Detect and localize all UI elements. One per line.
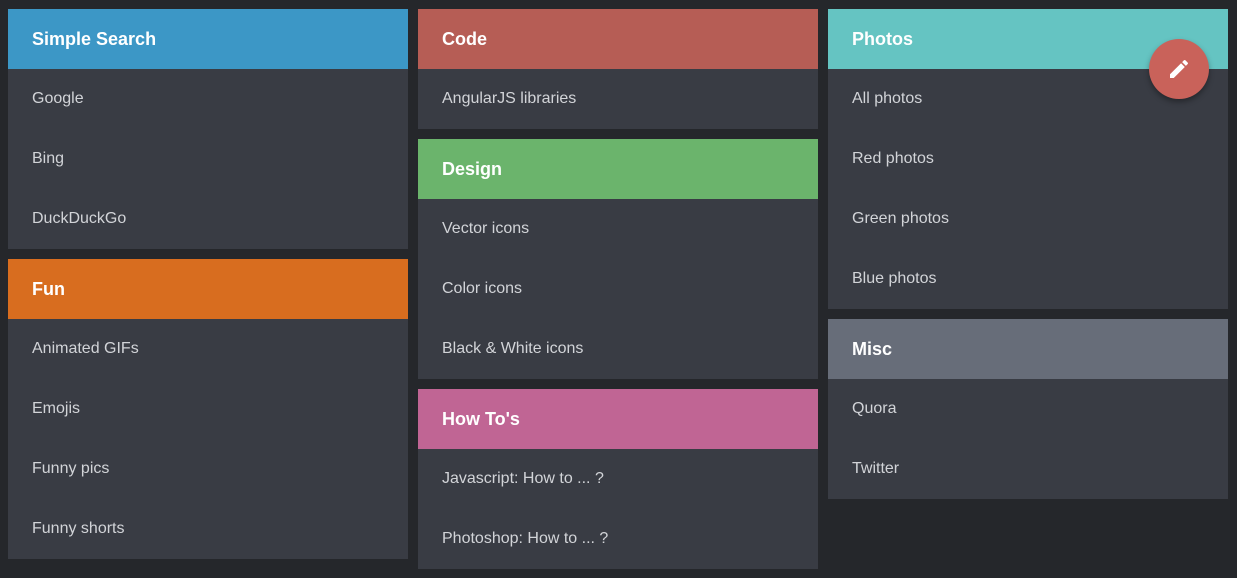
card-code: Code AngularJS libraries <box>418 9 818 129</box>
card-misc: Misc Quora Twitter <box>828 319 1228 499</box>
list-item-animated-gifs[interactable]: Animated GIFs <box>8 319 408 379</box>
link[interactable]: Green photos <box>852 210 949 228</box>
link[interactable]: All photos <box>852 90 922 108</box>
card-how-tos: How To's Javascript: How to ... ? Photos… <box>418 389 818 569</box>
list-item-twitter[interactable]: Twitter <box>828 439 1228 499</box>
list-item-funny-shorts[interactable]: Funny shorts <box>8 499 408 559</box>
card-title: Simple Search <box>32 28 157 49</box>
card-title: Fun <box>32 278 65 299</box>
column-2: Code AngularJS libraries Design Vector i… <box>418 9 818 569</box>
link[interactable]: Bing <box>32 150 64 168</box>
link[interactable]: DuckDuckGo <box>32 210 126 228</box>
card-title: Photos <box>852 28 913 49</box>
link[interactable]: Photoshop: How to ... ? <box>442 530 608 548</box>
list-item-angularjs-libraries[interactable]: AngularJS libraries <box>418 69 818 129</box>
list-item-duckduckgo[interactable]: DuckDuckGo <box>8 189 408 249</box>
list-item-funny-pics[interactable]: Funny pics <box>8 439 408 499</box>
bookmark-board: Simple Search Google Bing DuckDuckGo Fun… <box>0 0 1237 578</box>
card-item-list: Animated GIFs Emojis Funny pics Funny sh… <box>8 319 408 559</box>
list-item-bing[interactable]: Bing <box>8 129 408 189</box>
card-item-list: Google Bing DuckDuckGo <box>8 69 408 249</box>
card-title: Code <box>442 28 487 49</box>
card-header[interactable]: Code <box>418 9 818 69</box>
link[interactable]: Javascript: How to ... ? <box>442 470 604 488</box>
edit-fab-button[interactable] <box>1149 39 1209 99</box>
list-item-javascript-how-to[interactable]: Javascript: How to ... ? <box>418 449 818 509</box>
link[interactable]: Animated GIFs <box>32 340 139 358</box>
list-item-quora[interactable]: Quora <box>828 379 1228 439</box>
link[interactable]: AngularJS libraries <box>442 90 576 108</box>
list-item-color-icons[interactable]: Color icons <box>418 259 818 319</box>
list-item-emojis[interactable]: Emojis <box>8 379 408 439</box>
link[interactable]: Emojis <box>32 400 80 418</box>
card-header[interactable]: Design <box>418 139 818 199</box>
card-item-list: All photos Red photos Green photos Blue … <box>828 69 1228 309</box>
list-item-red-photos[interactable]: Red photos <box>828 129 1228 189</box>
list-item-blue-photos[interactable]: Blue photos <box>828 249 1228 309</box>
list-item-black-white-icons[interactable]: Black & White icons <box>418 319 818 379</box>
list-item-green-photos[interactable]: Green photos <box>828 189 1228 249</box>
link[interactable]: Blue photos <box>852 270 937 288</box>
list-item-photoshop-how-to[interactable]: Photoshop: How to ... ? <box>418 509 818 569</box>
link[interactable]: Funny pics <box>32 460 109 478</box>
card-header[interactable]: Simple Search <box>8 9 408 69</box>
card-header[interactable]: Misc <box>828 319 1228 379</box>
card-title: How To's <box>442 408 520 429</box>
link[interactable]: Google <box>32 90 84 108</box>
link[interactable]: Twitter <box>852 460 899 478</box>
link[interactable]: Funny shorts <box>32 520 124 538</box>
card-simple-search: Simple Search Google Bing DuckDuckGo <box>8 9 408 249</box>
list-item-google[interactable]: Google <box>8 69 408 129</box>
column-1: Simple Search Google Bing DuckDuckGo Fun… <box>8 9 408 559</box>
link[interactable]: Vector icons <box>442 220 529 238</box>
card-item-list: Javascript: How to ... ? Photoshop: How … <box>418 449 818 569</box>
card-fun: Fun Animated GIFs Emojis Funny pics Funn… <box>8 259 408 559</box>
card-header[interactable]: Fun <box>8 259 408 319</box>
card-item-list: Quora Twitter <box>828 379 1228 499</box>
card-title: Design <box>442 158 503 179</box>
list-item-vector-icons[interactable]: Vector icons <box>418 199 818 259</box>
pencil-icon <box>1167 57 1191 81</box>
card-item-list: AngularJS libraries <box>418 69 818 129</box>
card-header[interactable]: How To's <box>418 389 818 449</box>
link[interactable]: Black & White icons <box>442 340 583 358</box>
card-item-list: Vector icons Color icons Black & White i… <box>418 199 818 379</box>
link[interactable]: Quora <box>852 400 896 418</box>
link[interactable]: Color icons <box>442 280 522 298</box>
card-design: Design Vector icons Color icons Black & … <box>418 139 818 379</box>
card-title: Misc <box>852 338 893 359</box>
link[interactable]: Red photos <box>852 150 934 168</box>
